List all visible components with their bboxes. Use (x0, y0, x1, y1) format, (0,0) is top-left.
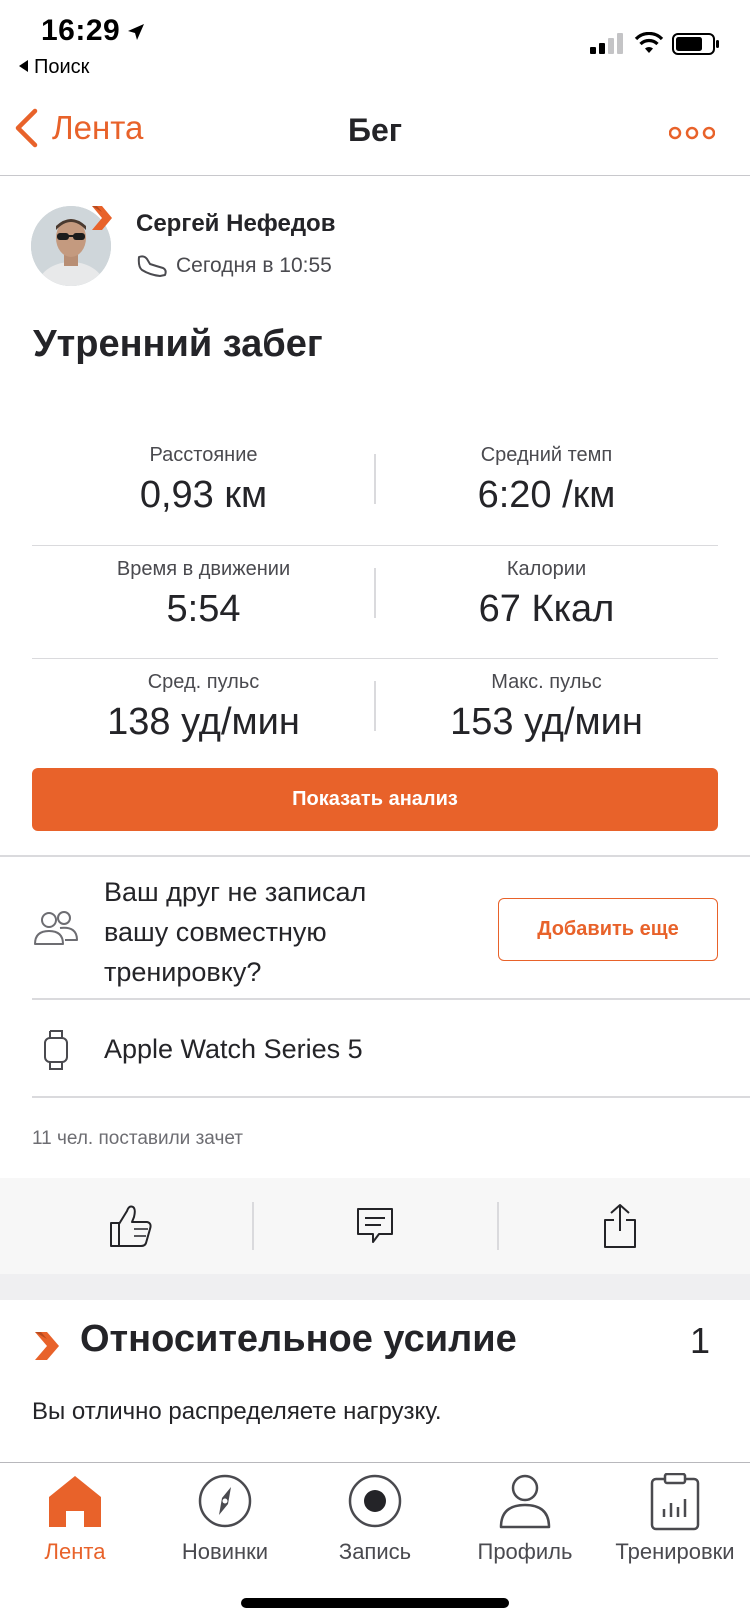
nav-bar: Лента Бег (0, 96, 750, 176)
friends-icon (34, 911, 78, 945)
tab-training[interactable]: Тренировки (600, 1463, 750, 1573)
stats-row: Время в движении 5:54 Калории 67 Ккал (32, 545, 718, 658)
stat-value: 138 уд/мин (107, 701, 300, 743)
location-arrow-icon (128, 24, 144, 40)
activity-timestamp: Сегодня в 10:55 (176, 254, 332, 277)
back-app-label: Поиск (34, 56, 90, 78)
signal-icon (590, 33, 623, 54)
stats-grid: Расстояние 0,93 км Средний темп 6:20 /км… (32, 432, 718, 771)
watch-icon (44, 1030, 68, 1070)
running-shoe-icon (137, 255, 167, 277)
record-icon (348, 1474, 402, 1528)
divider (32, 998, 750, 1000)
action-bar (0, 1178, 750, 1274)
premium-badge-icon (92, 206, 112, 230)
status-time: 16:29 (41, 14, 121, 47)
page-title: Бег (347, 112, 403, 148)
tab-label: Тренировки (615, 1539, 735, 1564)
more-options-icon[interactable] (669, 126, 715, 140)
stat-value: 153 уд/мин (450, 701, 643, 743)
divider (0, 855, 750, 857)
training-icon (650, 1473, 700, 1531)
stat-value: 5:54 (166, 588, 241, 630)
tab-discover[interactable]: Новинки (150, 1463, 300, 1573)
relative-effort-description: Вы отлично распределяете нагрузку. (32, 1398, 442, 1425)
stat-label: Калории (506, 558, 587, 580)
tab-record[interactable]: Запись (300, 1463, 450, 1573)
device-name: Apple Watch Series 5 (104, 1034, 363, 1064)
stat-label: Макс. пульс (491, 671, 602, 693)
back-triangle-icon (19, 60, 28, 72)
share-button[interactable] (497, 1178, 742, 1274)
divider (32, 1096, 750, 1098)
comment-button[interactable] (252, 1178, 497, 1274)
tab-feed[interactable]: Лента (0, 1463, 150, 1573)
thumbs-up-icon (109, 1205, 152, 1247)
relative-effort-title: Относительное усилие (80, 1318, 517, 1360)
tab-label: Профиль (477, 1539, 573, 1564)
wifi-icon (634, 32, 664, 53)
home-indicator[interactable] (241, 1598, 509, 1608)
stat-label: Время в движении (116, 558, 291, 580)
kudos-button[interactable] (8, 1178, 253, 1274)
add-more-button[interactable]: Добавить еще (498, 898, 718, 961)
stat-value: 6:20 /км (477, 474, 616, 516)
stat-label: Расстояние (149, 444, 258, 466)
stat-calories: Калории 67 Ккал (375, 558, 718, 631)
section-gap (0, 1274, 750, 1300)
stat-avg-heart-rate: Сред. пульс 138 уд/мин (32, 671, 375, 744)
stat-label: Сред. пульс (147, 671, 260, 693)
stats-row: Сред. пульс 138 уд/мин Макс. пульс 153 у… (32, 658, 718, 771)
stat-label: Средний темп (480, 444, 613, 466)
back-to-app-link[interactable]: Поиск (19, 56, 89, 79)
stat-moving-time: Время в движении 5:54 (32, 558, 375, 631)
share-icon (603, 1204, 636, 1248)
activity-title: Утренний забег (33, 323, 323, 365)
status-bar: 16:29 Поиск (0, 0, 750, 84)
tab-profile[interactable]: Профиль (450, 1463, 600, 1573)
stat-distance: Расстояние 0,93 км (32, 444, 375, 517)
relative-effort-icon (35, 1332, 59, 1360)
athlete-name[interactable]: Сергей Нефедов (136, 210, 335, 238)
tab-label: Лента (44, 1539, 106, 1564)
friend-prompt-text: Ваш друг не записал вашу совместную трен… (104, 877, 367, 987)
stat-avg-pace: Средний темп 6:20 /км (375, 444, 718, 517)
battery-icon (672, 33, 719, 55)
stat-max-heart-rate: Макс. пульс 153 уд/мин (375, 671, 718, 744)
tab-label: Запись (338, 1539, 412, 1564)
tab-label: Новинки (181, 1539, 269, 1564)
stat-value: 0,93 км (139, 474, 268, 516)
compass-icon (198, 1474, 252, 1528)
kudos-count[interactable]: 11 чел. поставили зачет (32, 1128, 243, 1150)
stats-row: Расстояние 0,93 км Средний темп 6:20 /км (32, 432, 718, 545)
show-analysis-button[interactable]: Показать анализ (32, 768, 718, 831)
comment-icon (356, 1208, 393, 1243)
stat-value: 67 Ккал (478, 588, 615, 630)
home-icon (49, 1476, 101, 1527)
relative-effort-value: 1 (690, 1320, 711, 1361)
profile-icon (499, 1474, 551, 1529)
